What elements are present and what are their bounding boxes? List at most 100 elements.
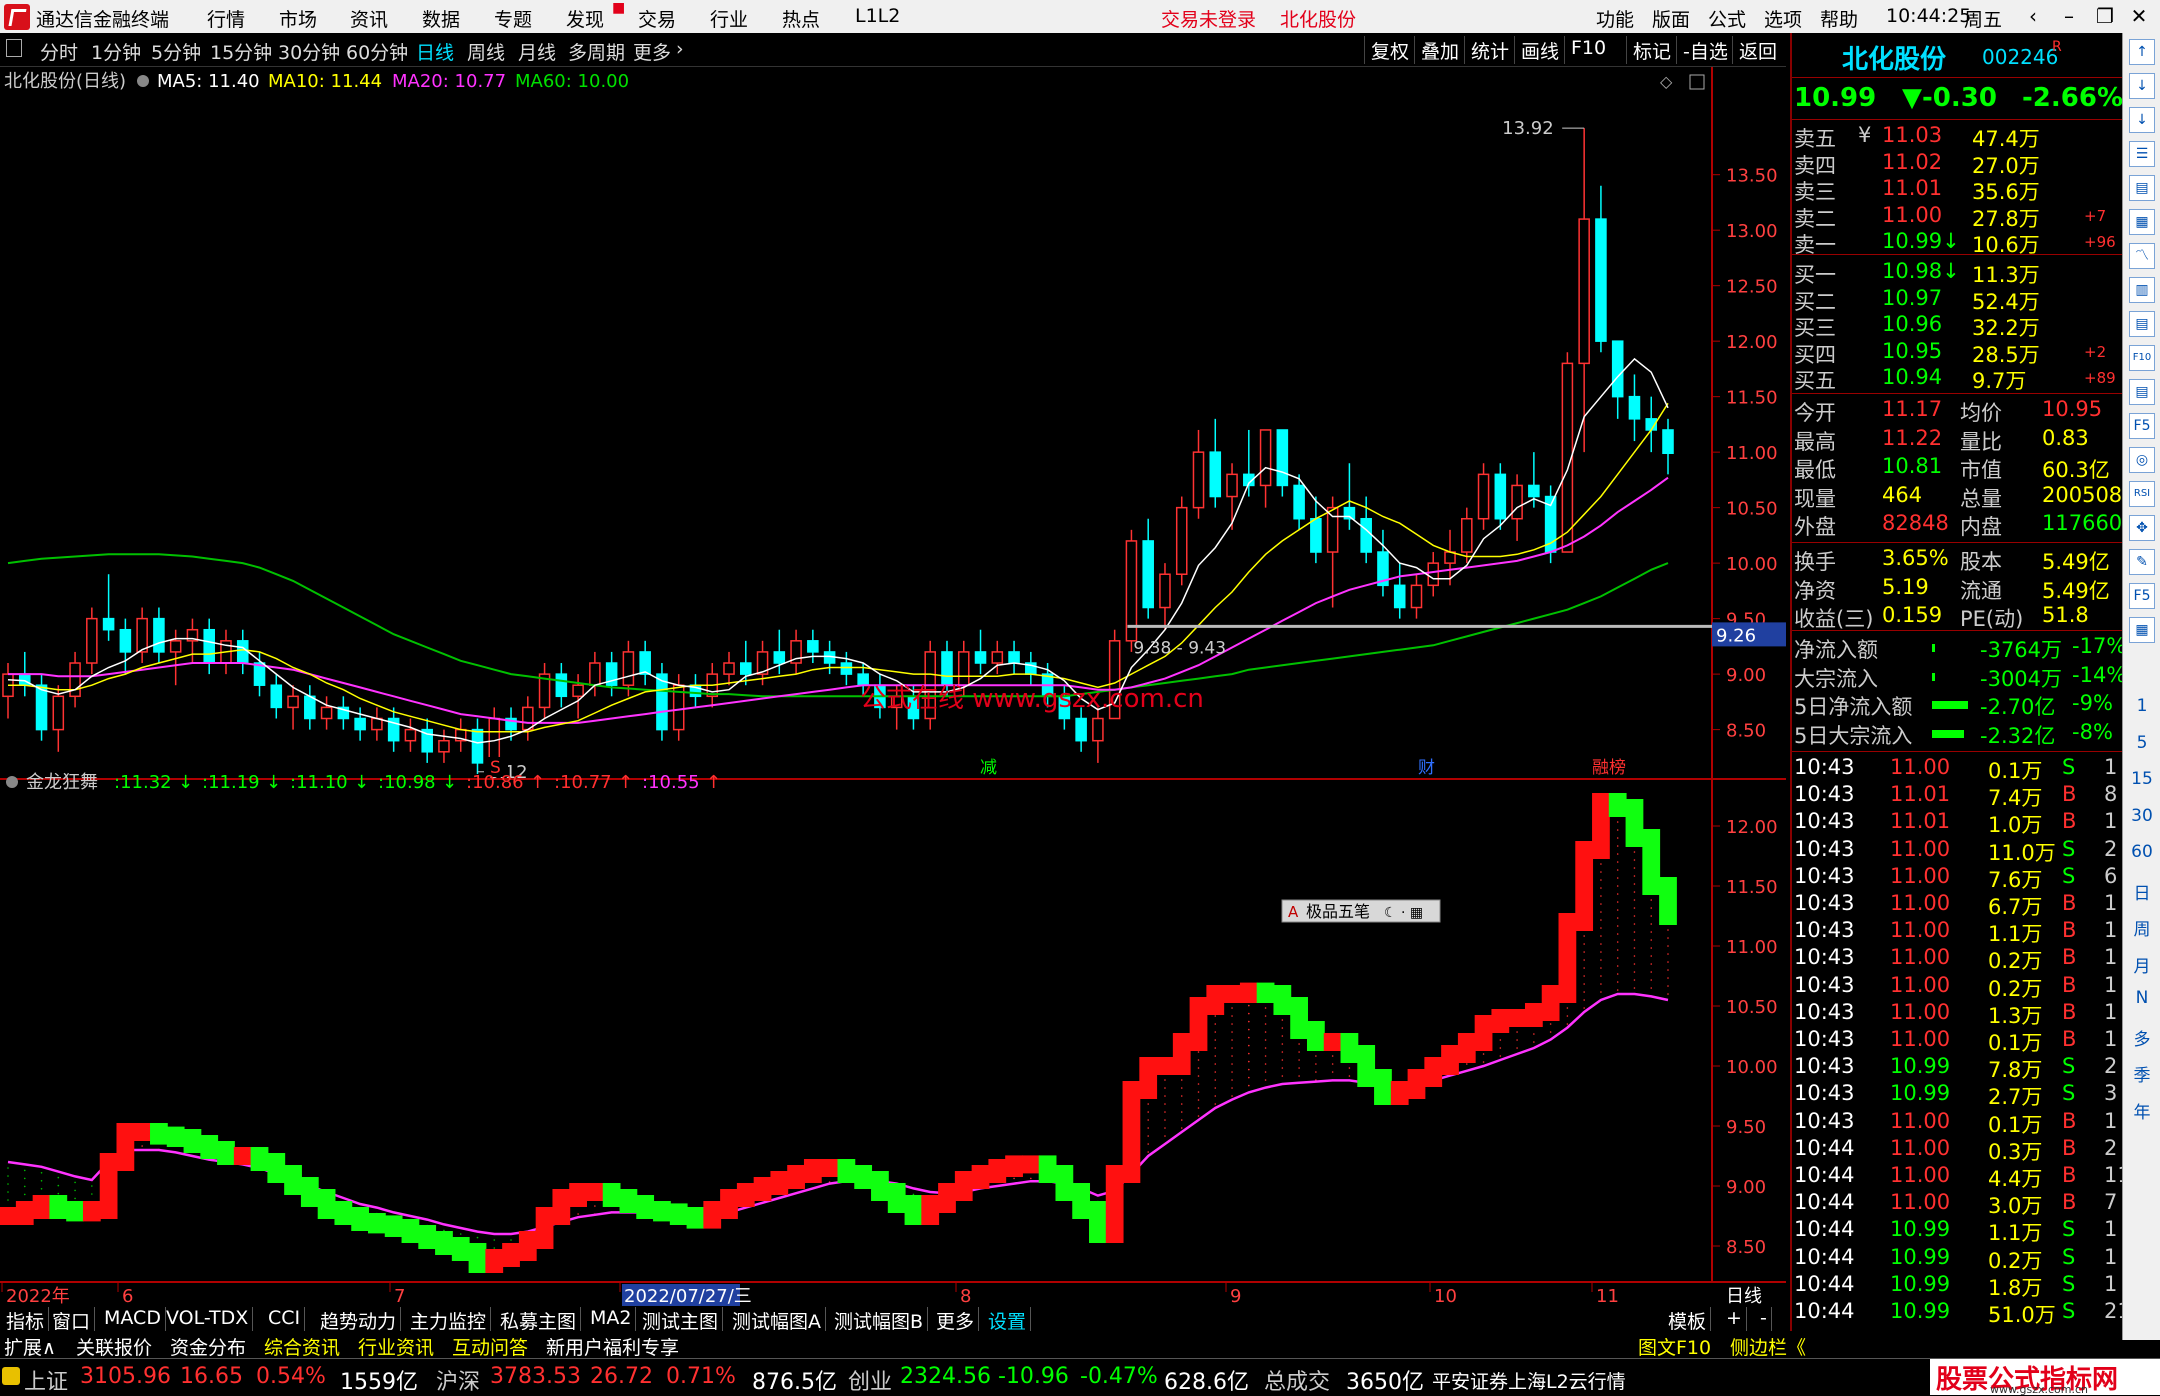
tab-15min[interactable]: 15分钟: [210, 38, 272, 65]
template-control[interactable]: 模板: [1664, 1307, 1712, 1333]
menu-discover[interactable]: 发现: [566, 5, 604, 32]
tab-more[interactable]: 更多: [633, 38, 671, 65]
info-right-link[interactable]: 侧边栏《: [1730, 1333, 1806, 1360]
template-control[interactable]: -: [1756, 1307, 1772, 1331]
sidebar-tool-icon[interactable]: F5: [2129, 583, 2155, 609]
sidebar-tool-icon[interactable]: ☰: [2129, 141, 2155, 167]
indicator-tab[interactable]: 指标: [2, 1307, 50, 1333]
tool-draw[interactable]: 画线: [1514, 36, 1565, 64]
sidebar-tool-icon[interactable]: F10: [2129, 345, 2155, 371]
trade-login-status[interactable]: 交易未登录: [1161, 5, 1256, 32]
info-tab[interactable]: 关联报价: [76, 1333, 152, 1360]
indicator-tab[interactable]: 趋势动力: [316, 1307, 402, 1333]
info-tab[interactable]: 互动问答: [452, 1333, 528, 1360]
info-tab[interactable]: 扩展∧: [4, 1333, 56, 1360]
panel-toggle-icon[interactable]: [6, 39, 22, 57]
sidebar-tool-icon[interactable]: 1: [2123, 696, 2160, 716]
chart-pin-icon[interactable]: ◇: [1660, 72, 1673, 91]
indicator-tab[interactable]: MA2: [586, 1307, 637, 1331]
indicator-tab[interactable]: 主力监控: [406, 1307, 492, 1333]
sidebar-tool-icon[interactable]: ✥: [2129, 515, 2155, 541]
close-icon[interactable]: ✕: [2118, 0, 2160, 33]
status-icon[interactable]: [2, 1367, 20, 1385]
sidebar-tool-icon[interactable]: RSI: [2129, 481, 2155, 507]
indicator-tab[interactable]: 设置: [984, 1307, 1032, 1333]
menu-options[interactable]: 选项: [1764, 5, 1802, 32]
sidebar-tool-icon[interactable]: ▤: [2129, 175, 2155, 201]
event-marker-label[interactable]: 融榜: [1592, 758, 1626, 778]
indicator-tab[interactable]: 测试主图: [638, 1307, 724, 1333]
info-tab[interactable]: 资金分布: [170, 1333, 246, 1360]
info-tab[interactable]: 新用户福利专享: [546, 1333, 679, 1360]
sidebar-tool-icon[interactable]: ▤: [2129, 311, 2155, 337]
tool-watchlist[interactable]: -自选: [1676, 36, 1734, 64]
kline-chart[interactable]: 北化股份(日线) MA5: 11.40 MA10: 11.44 MA20: 10.77…: [0, 67, 1786, 1307]
tab-30min[interactable]: 30分钟: [278, 38, 340, 65]
sidebar-tool-icon[interactable]: ↓: [2129, 73, 2155, 99]
sidebar-tool-icon[interactable]: 年: [2123, 1098, 2160, 1123]
hs-label[interactable]: 沪深: [436, 1364, 480, 1396]
ime-a-icon[interactable]: A: [1288, 903, 1299, 921]
menu-data[interactable]: 数据: [422, 5, 460, 32]
sidebar-tool-icon[interactable]: 季: [2123, 1061, 2160, 1086]
tool-f10[interactable]: F10: [1564, 36, 1612, 64]
sidebar-tool-icon[interactable]: ▦: [2129, 209, 2155, 235]
indicator-settings-icon[interactable]: [6, 776, 18, 788]
sidebar-tool-icon[interactable]: ↑: [2129, 39, 2155, 65]
tool-overlay[interactable]: 叠加: [1414, 36, 1465, 64]
template-control[interactable]: +: [1722, 1307, 1747, 1331]
menu-help[interactable]: 帮助: [1820, 5, 1858, 32]
tab-monthly[interactable]: 月线: [518, 38, 556, 65]
indicator-tab[interactable]: CCI: [264, 1307, 306, 1331]
sidebar-tool-icon[interactable]: 60: [2123, 842, 2160, 862]
tool-mark[interactable]: 标记: [1626, 36, 1677, 64]
info-tab[interactable]: 综合资讯: [264, 1333, 340, 1360]
sidebar-tool-icon[interactable]: 30: [2123, 806, 2160, 826]
indicator-tab[interactable]: 测试幅图A: [728, 1307, 826, 1333]
tab-weekly[interactable]: 周线: [467, 38, 505, 65]
info-tab[interactable]: 行业资讯: [358, 1333, 434, 1360]
indicator-tab[interactable]: VOL-TDX: [162, 1307, 254, 1331]
tab-5min[interactable]: 5分钟: [151, 38, 201, 65]
menu-formula[interactable]: 公式: [1708, 5, 1746, 32]
chevron-right-icon[interactable]: ›: [676, 38, 684, 60]
ime-name[interactable]: 极品五笔: [1306, 902, 1370, 921]
indicator-tab[interactable]: 更多: [932, 1307, 980, 1333]
tab-daily[interactable]: 日线: [416, 38, 454, 65]
sidebar-tool-icon[interactable]: 〽: [2129, 243, 2155, 269]
sh-label[interactable]: 上证: [24, 1364, 68, 1396]
indicator-tab[interactable]: 测试幅图B: [830, 1307, 929, 1333]
sidebar-tool-icon[interactable]: ▤: [2129, 379, 2155, 405]
sidebar-tool-icon[interactable]: 15: [2123, 769, 2160, 789]
menu-industry[interactable]: 行业: [710, 5, 748, 32]
sidebar-tool-icon[interactable]: ✎: [2129, 549, 2155, 575]
tab-multi-period[interactable]: 多周期: [568, 38, 625, 65]
sidebar-tool-icon[interactable]: 多: [2123, 1025, 2160, 1050]
sidebar-tool-icon[interactable]: 月: [2123, 952, 2160, 977]
cy-label[interactable]: 创业: [848, 1364, 892, 1396]
menu-function[interactable]: 功能: [1596, 5, 1634, 32]
tool-back[interactable]: 返回: [1732, 36, 1783, 64]
tab-intraday[interactable]: 分时: [40, 38, 78, 65]
sidebar-tool-icon[interactable]: ↓: [2129, 107, 2155, 133]
menu-topics[interactable]: 专题: [494, 5, 532, 32]
tab-60min[interactable]: 60分钟: [346, 38, 408, 65]
indicator-tab[interactable]: MACD: [100, 1307, 166, 1331]
sidebar-tool-icon[interactable]: 日: [2123, 879, 2160, 904]
chart-maximize-icon[interactable]: [1689, 74, 1705, 90]
indicator-tab[interactable]: 私募主图: [496, 1307, 582, 1333]
tool-stats[interactable]: 统计: [1464, 36, 1515, 64]
sidebar-tool-icon[interactable]: N: [2123, 988, 2160, 1008]
tab-1min[interactable]: 1分钟: [91, 38, 141, 65]
menu-market[interactable]: 市场: [279, 5, 317, 32]
sidebar-tool-icon[interactable]: 周: [2123, 915, 2160, 940]
info-right-link[interactable]: 图文F10: [1638, 1333, 1711, 1360]
menu-trade[interactable]: 交易: [638, 5, 676, 32]
ime-moon-icon[interactable]: ☾ · ▦: [1384, 905, 1423, 921]
sidebar-tool-icon[interactable]: 5: [2123, 733, 2160, 753]
event-marker-label[interactable]: 财: [1418, 758, 1435, 778]
menu-layout[interactable]: 版面: [1652, 5, 1690, 32]
chart-settings-icon[interactable]: [137, 75, 149, 87]
sidebar-tool-icon[interactable]: ◎: [2129, 447, 2155, 473]
menu-hot[interactable]: 热点: [782, 5, 820, 32]
